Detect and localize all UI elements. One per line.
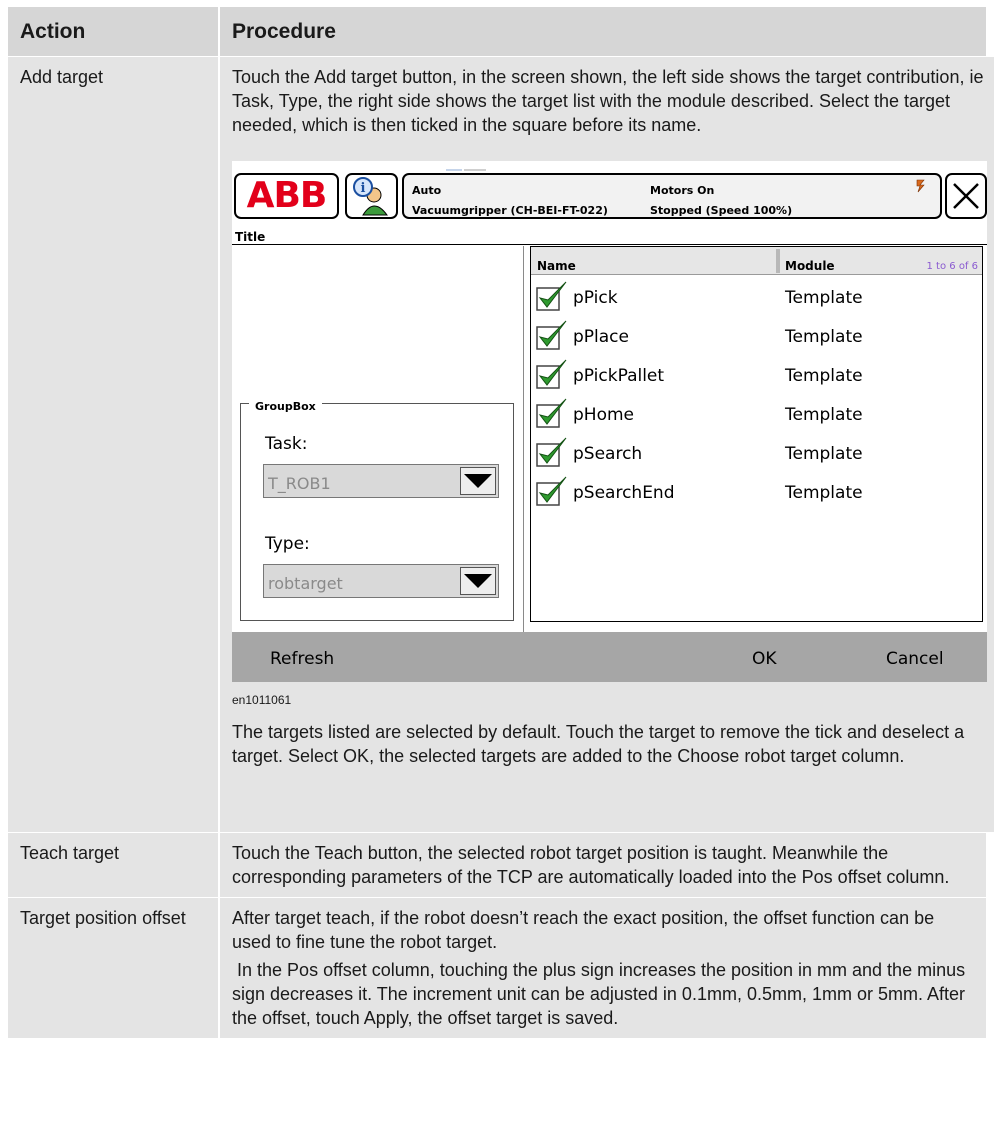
- target-name: pSearch: [573, 444, 643, 464]
- procedure-text: Touch the Teach button, the selected rob…: [232, 843, 950, 887]
- type-dropdown-button[interactable]: [460, 567, 496, 595]
- target-module: Template: [785, 327, 863, 347]
- procedure-cell: After target teach, if the robot doesn’t…: [218, 898, 986, 1038]
- procedure-table: Action Procedure Add target Touch the Ad…: [8, 6, 994, 1038]
- target-list-header: Name Module 1 to 6 of 6: [531, 247, 982, 275]
- list-item[interactable]: pSearch Template: [535, 433, 980, 471]
- type-select[interactable]: robtarget: [263, 564, 499, 598]
- status-system: Vacuumgripper (CH-BEI-FT-022): [412, 204, 608, 217]
- checkbox-checked-icon[interactable]: [535, 358, 569, 392]
- groupbox-legend: GroupBox: [249, 395, 322, 419]
- chevron-down-icon: [464, 474, 492, 488]
- column-header-name[interactable]: Name: [537, 254, 576, 278]
- table-header-row: Action Procedure: [8, 6, 986, 56]
- table-row: Teach target Touch the Teach button, the…: [8, 832, 986, 897]
- refresh-button[interactable]: Refresh: [270, 647, 334, 671]
- abb-menu-button[interactable]: ABB: [234, 173, 339, 219]
- close-button[interactable]: [945, 173, 987, 219]
- header-procedure: Procedure: [218, 7, 986, 56]
- target-module: Template: [785, 444, 863, 464]
- list-item[interactable]: pPickPallet Template: [535, 355, 980, 393]
- checkbox-checked-icon[interactable]: [535, 436, 569, 470]
- target-name: pPlace: [573, 327, 629, 347]
- status-state: Stopped (Speed 100%): [650, 204, 793, 217]
- svg-text:i: i: [361, 181, 366, 196]
- action-cell: Add target: [8, 57, 218, 832]
- table-row: Target position offset After target teac…: [8, 897, 986, 1038]
- procedure-text: In the Pos offset column, touching the p…: [232, 960, 971, 1028]
- robot-status-icon: [916, 179, 925, 193]
- column-header-module[interactable]: Module: [785, 254, 835, 278]
- target-module: Template: [785, 405, 863, 425]
- type-label: Type:: [265, 534, 310, 554]
- checkbox-checked-icon[interactable]: [535, 475, 569, 509]
- task-select[interactable]: T_ROB1: [263, 464, 499, 498]
- top-status-bar: ABB i Auto Motors On Vacuumgripper (CH-B…: [232, 171, 987, 221]
- target-name: pPick: [573, 288, 618, 308]
- table-row: Add target Touch the Add target button, …: [8, 56, 994, 832]
- action-cell: Target position offset: [8, 898, 218, 1038]
- task-select-value: T_ROB1: [268, 474, 331, 493]
- list-item[interactable]: pPlace Template: [535, 316, 980, 354]
- cancel-button[interactable]: Cancel: [886, 647, 944, 671]
- flexpendant-screenshot: ABB i Auto Motors On Vacuumgripper (CH-B…: [232, 161, 987, 682]
- procedure-text: After target teach, if the robot doesn’t…: [232, 908, 935, 952]
- list-item[interactable]: pSearchEnd Template: [535, 472, 980, 510]
- target-name: pPickPallet: [573, 366, 665, 386]
- procedure-text: The targets listed are selected by defau…: [232, 722, 965, 766]
- column-divider[interactable]: [776, 249, 780, 273]
- status-panel[interactable]: Auto Motors On Vacuumgripper (CH-BEI-FT-…: [402, 173, 942, 219]
- list-item[interactable]: pPick Template: [535, 277, 980, 315]
- window-title: Title: [232, 221, 987, 245]
- action-cell: Teach target: [8, 833, 218, 897]
- checkbox-checked-icon[interactable]: [535, 397, 569, 431]
- cropped-text-strip: [232, 161, 572, 171]
- target-name: pSearchEnd: [573, 483, 675, 503]
- procedure-text: Touch the Add target button, in the scre…: [232, 67, 984, 135]
- info-user-icon: i: [353, 177, 388, 216]
- event-log-button[interactable]: i: [345, 173, 398, 219]
- command-bar: Refresh OK Cancel: [232, 632, 987, 682]
- list-count: 1 to 6 of 6: [926, 261, 978, 272]
- checkbox-checked-icon[interactable]: [535, 319, 569, 353]
- chevron-down-icon: [464, 574, 492, 588]
- procedure-cell: Touch the Teach button, the selected rob…: [218, 833, 986, 897]
- type-select-value: robtarget: [268, 574, 343, 593]
- target-module: Template: [785, 483, 863, 503]
- task-label: Task:: [265, 434, 308, 454]
- procedure-cell: Touch the Add target button, in the scre…: [218, 57, 994, 832]
- groupbox: GroupBox Task: T_ROB1 Type: robtarget: [240, 395, 514, 621]
- list-item[interactable]: pHome Template: [535, 394, 980, 432]
- target-list: Name Module 1 to 6 of 6 pPick Template p…: [530, 246, 983, 622]
- target-filter-pane: GroupBox Task: T_ROB1 Type: robtarget: [232, 246, 524, 632]
- header-action: Action: [8, 7, 218, 56]
- target-module: Template: [785, 288, 863, 308]
- task-dropdown-button[interactable]: [460, 467, 496, 495]
- target-module: Template: [785, 366, 863, 386]
- close-icon: [953, 183, 979, 209]
- figure-id: en1011061: [232, 693, 292, 707]
- ok-button[interactable]: OK: [752, 647, 777, 671]
- checkbox-checked-icon[interactable]: [535, 280, 569, 314]
- target-name: pHome: [573, 405, 634, 425]
- abb-logo: ABB: [246, 175, 328, 216]
